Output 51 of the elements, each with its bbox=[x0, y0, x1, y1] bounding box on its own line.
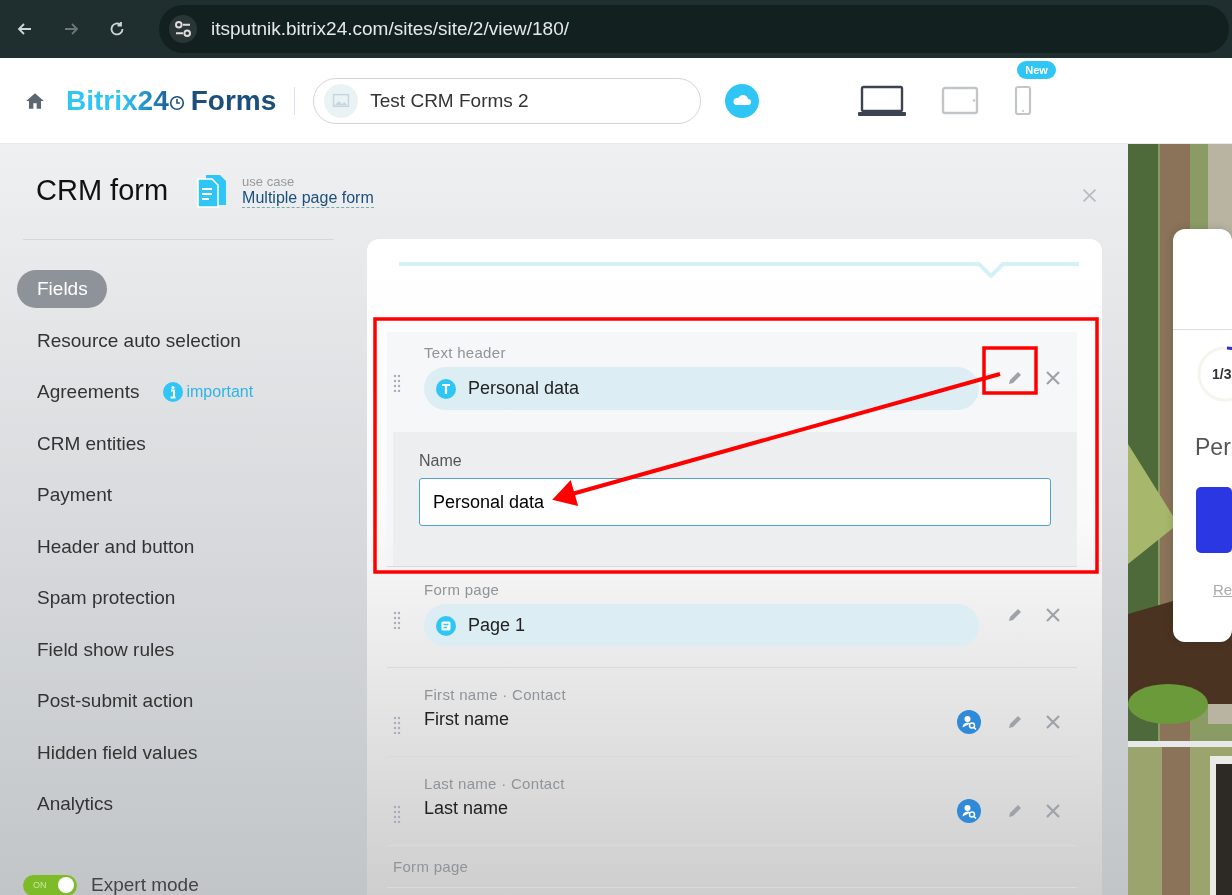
preview-heading: Per bbox=[1195, 434, 1232, 461]
url-text: itsputnik.bitrix24.com/sites/site/2/view/180/ bbox=[211, 18, 569, 40]
field-caption: Form page bbox=[393, 858, 470, 875]
sidebar-item[interactable]: Agreements bbox=[17, 373, 160, 412]
panel-title: CRM form bbox=[36, 174, 169, 208]
drag-handle-icon[interactable] bbox=[393, 611, 401, 629]
field-row[interactable]: Form page Page 1 bbox=[387, 567, 1077, 668]
field-name: First name bbox=[424, 709, 511, 730]
field-row[interactable]: First name · Contact First name bbox=[387, 668, 1077, 757]
drag-handle-icon[interactable] bbox=[393, 716, 401, 734]
field-caption: First name · Contact bbox=[424, 686, 567, 703]
info-icon bbox=[163, 382, 184, 403]
sidebar-item[interactable]: Hidden field values bbox=[17, 733, 218, 772]
laptop-icon[interactable] bbox=[857, 84, 908, 117]
sidebar-item[interactable]: CRM entities bbox=[17, 424, 166, 463]
field-caption: Form page bbox=[424, 581, 501, 598]
sidebar-item[interactable]: Field show rules bbox=[17, 630, 195, 669]
use-case-link[interactable]: Multiple page form bbox=[242, 188, 374, 208]
drag-handle-icon[interactable] bbox=[393, 374, 401, 392]
sidebar-item[interactable]: Header and button bbox=[17, 527, 215, 566]
field-caption: Text header bbox=[424, 344, 507, 361]
step-counter: 1/3 bbox=[1212, 366, 1232, 382]
field-row[interactable]: Text header Personal data Name Personal data bbox=[387, 332, 1077, 567]
page-icon bbox=[436, 615, 456, 636]
site-settings-icon[interactable] bbox=[169, 15, 197, 43]
field-chip[interactable]: Personal data bbox=[424, 367, 979, 410]
address-bar[interactable]: itsputnik.bitrix24.com/sites/site/2/view/180/ bbox=[159, 5, 1229, 53]
documents-icon bbox=[196, 173, 229, 208]
phone-icon[interactable] bbox=[1013, 84, 1034, 117]
expert-mode-label: Expert mode bbox=[91, 874, 199, 895]
sidebar-item[interactable]: Resource auto selection bbox=[17, 321, 261, 360]
sidebar-item[interactable]: Spam protection bbox=[17, 579, 196, 618]
field-name: Last name bbox=[424, 798, 510, 819]
contact-search-icon[interactable] bbox=[957, 710, 981, 734]
contact-search-icon[interactable] bbox=[957, 799, 981, 823]
sidebar-item[interactable]: Payment bbox=[17, 476, 132, 515]
field-row[interactable]: Last name · Contact Last name bbox=[387, 757, 1077, 846]
field-chip[interactable]: Page 1 bbox=[424, 604, 979, 647]
name-label: Name bbox=[419, 452, 463, 470]
close-icon[interactable] bbox=[1081, 187, 1098, 204]
logo[interactable]: Bitrix24 Forms bbox=[66, 84, 277, 117]
sidebar-item[interactable]: Post-submit action bbox=[17, 682, 214, 721]
image-icon bbox=[324, 83, 359, 118]
new-badge: New bbox=[1017, 60, 1056, 79]
cloud-icon[interactable] bbox=[725, 83, 760, 118]
name-input[interactable]: Personal data bbox=[419, 478, 1051, 526]
field-caption: Last name · Contact bbox=[424, 775, 566, 792]
use-case-label: use case bbox=[242, 173, 296, 189]
drag-handle-icon[interactable] bbox=[393, 805, 401, 823]
text-icon bbox=[436, 378, 456, 399]
sidebar-item[interactable]: Analytics bbox=[17, 785, 134, 824]
